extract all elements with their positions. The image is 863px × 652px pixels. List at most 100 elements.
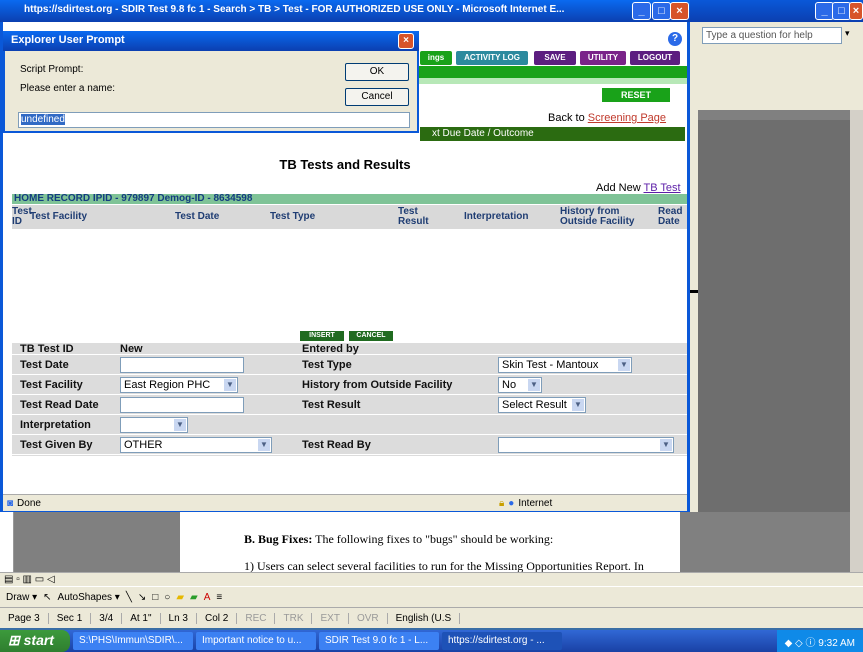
chevron-down-icon: ▼	[618, 359, 630, 371]
word-left-margin	[0, 512, 180, 578]
word-help-input[interactable]: Type a question for help	[702, 27, 842, 44]
page-done-icon: ◙	[7, 497, 14, 509]
chevron-down-icon: ▼	[528, 379, 540, 391]
status-col: Col 2	[197, 612, 238, 624]
nav-utility[interactable]: UTILITY	[580, 51, 626, 65]
dialog-name-input[interactable]: undefined	[18, 112, 410, 128]
col-read-date: Read Date	[658, 206, 683, 227]
insert-button[interactable]: INSERT	[300, 331, 344, 341]
dialog-close-button[interactable]: ×	[398, 33, 414, 49]
line-style-icon[interactable]: ≡	[216, 592, 222, 603]
oval-icon[interactable]: ○	[164, 592, 170, 603]
test-date-input[interactable]	[120, 357, 244, 373]
test-given-by-label: Test Given By	[20, 439, 93, 451]
ie-maximize-button[interactable]: □	[652, 2, 671, 20]
nav-settings[interactable]: ings	[420, 51, 452, 65]
dialog-prompt-text: Please enter a name:	[20, 83, 116, 94]
form-row-given-by: Test Given By OTHER ▼ Test Read By ▼	[12, 436, 687, 455]
help-icon[interactable]: ?	[668, 32, 682, 46]
font-color-icon[interactable]: A	[204, 592, 211, 603]
clock: 9:32 AM	[818, 638, 855, 649]
interpretation-label: Interpretation	[20, 419, 91, 431]
dialog-script-prompt: Script Prompt:	[20, 64, 84, 75]
test-facility-select[interactable]: East Region PHC ▼	[120, 377, 238, 393]
status-at: At 1"	[122, 612, 161, 624]
word-document-page[interactable]: B. Bug Fixes: The following fixes to "bu…	[180, 512, 680, 588]
col-interpretation: Interpretation	[464, 211, 529, 222]
reset-button[interactable]: RESET	[602, 88, 670, 102]
word-view-bar: ▤ ▫ ▥ ▭ ◁	[0, 572, 863, 586]
form-row-id: TB Test ID New Entered by	[12, 343, 687, 355]
autoshapes-menu[interactable]: AutoShapes ▾	[58, 592, 120, 603]
line-icon[interactable]: ╲	[126, 592, 132, 603]
next-due-date-bar[interactable]: xt Due Date / Outcome	[420, 127, 685, 141]
word-vertical-scrollbar[interactable]	[850, 110, 863, 580]
status-ovr[interactable]: OVR	[349, 612, 388, 624]
ie-minimize-button[interactable]: _	[632, 2, 651, 20]
arrow-icon[interactable]: ↘	[138, 592, 146, 603]
dialog-ok-button[interactable]: OK	[345, 63, 409, 81]
tb-test-id-label: TB Test ID	[20, 343, 74, 355]
test-date-label: Test Date	[20, 359, 69, 371]
taskbar-item-folder[interactable]: S:\PHS\Immun\SDIR\...	[73, 632, 193, 650]
status-rec[interactable]: REC	[237, 612, 276, 624]
draw-menu[interactable]: Draw ▾	[6, 592, 37, 603]
chevron-down-icon[interactable]: ▾	[845, 28, 850, 39]
tray-icons[interactable]: ◆ ◇ ⓘ	[785, 638, 819, 649]
history-select[interactable]: No ▼	[498, 377, 542, 393]
pointer-icon[interactable]: ↖	[43, 592, 51, 603]
status-page: Page 3	[0, 612, 49, 624]
entered-by-label: Entered by	[302, 343, 359, 355]
tb-test-form: TB Test ID New Entered by Test Date Test…	[12, 343, 687, 456]
taskbar-item-word[interactable]: SDIR Test 9.0 fc 1 - L...	[319, 632, 439, 650]
fill-color-icon[interactable]: ▰	[176, 592, 184, 603]
taskbar-item-notice[interactable]: Important notice to u...	[196, 632, 316, 650]
globe-icon: ●	[508, 497, 515, 509]
status-zone: Internet	[518, 497, 553, 509]
chevron-down-icon: ▼	[258, 439, 270, 451]
doc-heading: B. Bug Fixes:	[244, 532, 313, 546]
view-buttons-icon[interactable]: ▤ ▫ ▥ ▭ ◁	[4, 574, 55, 585]
test-given-by-select[interactable]: OTHER ▼	[120, 437, 272, 453]
ie-title: https://sdirtest.org - SDIR Test 9.8 fc …	[0, 0, 690, 22]
col-test-type: Test Type	[270, 211, 316, 222]
word-close-button[interactable]: ×	[849, 2, 863, 20]
page-title: TB Tests and Results	[279, 157, 411, 172]
test-result-select[interactable]: Select Result ▼	[498, 397, 586, 413]
add-tb-test-link[interactable]: TB Test	[644, 182, 681, 194]
home-record-bar: HOME RECORD IPID - 979897 Demog-ID - 863…	[12, 194, 687, 204]
screening-page-link[interactable]: Screening Page	[588, 112, 666, 124]
word-right-margin	[680, 512, 850, 580]
taskbar-item-ie[interactable]: https://sdirtest.org - ...	[442, 632, 562, 650]
start-button[interactable]: ⊞ start	[0, 630, 70, 652]
test-type-select[interactable]: Skin Test - Mantoux ▼	[498, 357, 632, 373]
word-status-bar: Page 3 Sec 1 3/4 At 1" Ln 3 Col 2 REC TR…	[0, 608, 863, 628]
status-trk[interactable]: TRK	[275, 612, 313, 624]
table-header: Test ID Test Facility Test Date Test Typ…	[12, 205, 687, 229]
nav-save[interactable]: SAVE	[534, 51, 576, 65]
chevron-down-icon: ▼	[224, 379, 236, 391]
word-left-ruler	[0, 512, 14, 580]
dialog-cancel-button[interactable]: Cancel	[345, 88, 409, 106]
ie-close-button[interactable]: ×	[670, 2, 689, 20]
form-row-interpretation: Interpretation ▼	[12, 416, 687, 435]
nav-activity-log[interactable]: ACTIVITY LOG	[456, 51, 528, 65]
nav-logout[interactable]: LOGOUT	[630, 51, 680, 65]
status-ext[interactable]: EXT	[312, 612, 349, 624]
cancel-button[interactable]: CANCEL	[349, 331, 393, 341]
test-result-label: Test Result	[302, 399, 361, 411]
form-row-date: Test Date Test Type Skin Test - Mantoux ▼	[12, 356, 687, 375]
col-test-id: Test ID	[12, 206, 32, 227]
interpretation-select[interactable]: ▼	[120, 417, 188, 433]
form-row-facility: Test Facility East Region PHC ▼ History f…	[12, 376, 687, 395]
add-new-row: Add New TB Test	[596, 182, 681, 194]
test-read-date-input[interactable]	[120, 397, 244, 413]
chevron-down-icon: ▼	[572, 399, 584, 411]
status-sec: Sec 1	[49, 612, 92, 624]
history-label: History from Outside Facility	[302, 379, 453, 391]
test-read-by-select[interactable]: ▼	[498, 437, 674, 453]
rectangle-icon[interactable]: □	[152, 592, 158, 603]
line-color-icon[interactable]: ▰	[190, 592, 198, 603]
dialog-title: Explorer User Prompt	[3, 31, 419, 51]
ie-status-bar: ◙ Done 🔒︎ ● Internet	[3, 494, 687, 511]
